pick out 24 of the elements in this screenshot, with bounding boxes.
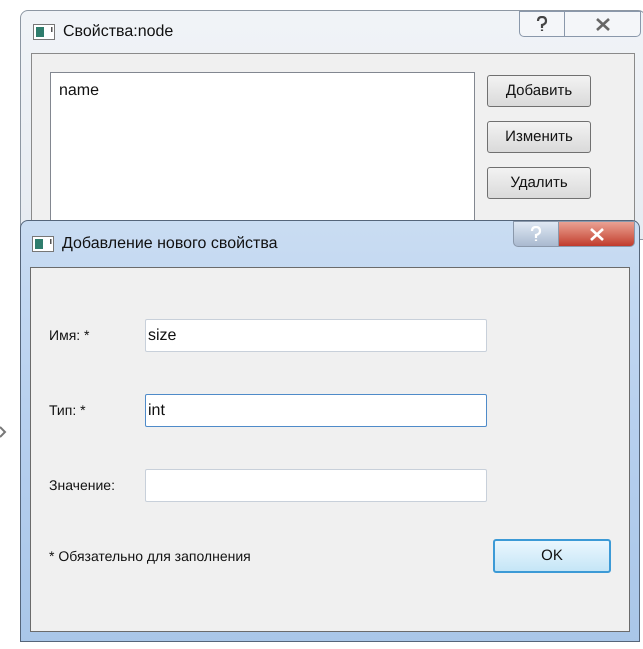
input-field[interactable]: size <box>145 319 487 352</box>
input-field[interactable]: int <box>145 394 487 427</box>
close-icon <box>594 18 610 30</box>
help-icon <box>530 226 542 242</box>
chevron-icon <box>0 426 7 438</box>
action-button[interactable]: Изменить <box>487 121 591 153</box>
window-title: Свойства:node <box>63 22 174 42</box>
help-button[interactable] <box>519 11 565 37</box>
close-button[interactable] <box>559 221 635 247</box>
list-item[interactable]: name <box>59 79 100 103</box>
required-note: * Обязательно для заполнения <box>49 546 251 566</box>
app-icon <box>33 24 55 40</box>
input-field[interactable] <box>145 469 487 502</box>
field-label: Значение: <box>49 476 116 495</box>
field-label: Тип: * <box>49 401 87 420</box>
app-icon <box>32 236 54 252</box>
close-button[interactable] <box>565 11 641 37</box>
action-button[interactable]: Добавить <box>487 75 591 107</box>
window-title: Добавление нового свойства <box>62 234 278 254</box>
field-label: Имя: * <box>49 326 90 345</box>
close-icon <box>588 228 604 240</box>
action-button[interactable]: Удалить <box>487 167 591 199</box>
ok-button[interactable]: OK <box>493 539 611 573</box>
help-icon <box>536 16 548 32</box>
